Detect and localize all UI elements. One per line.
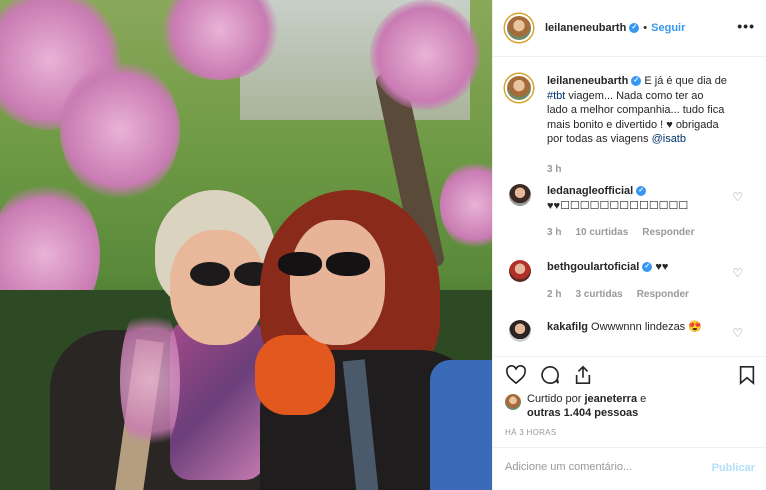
- caption-text-after: viagem... Nada como ter ao lado a melhor…: [547, 89, 725, 146]
- photo-blossom: [370, 0, 480, 110]
- verified-badge-icon: ✓: [631, 76, 642, 87]
- author-line: leilaneneubarth ✓ • Seguir: [545, 22, 685, 34]
- photo-blossom: [60, 60, 180, 200]
- caption-username[interactable]: leilaneneubarth: [547, 75, 628, 87]
- likes-prefix: Curtido por: [527, 393, 582, 405]
- share-icon[interactable]: [573, 365, 593, 391]
- comment-text: ledanagleofficial ✓ ♥♥☐☐☐☐☐☐☐☐☐☐☐☐☐: [547, 184, 727, 213]
- post-header: leilaneneubarth ✓ • Seguir •••: [493, 0, 766, 57]
- caption-mention[interactable]: @isatb: [652, 133, 686, 145]
- likes-others[interactable]: outras 1.404 pessoas: [527, 407, 638, 419]
- reply-button[interactable]: Responder: [637, 289, 689, 300]
- caption-text-before: E já é que dia de: [644, 75, 727, 87]
- author-avatar[interactable]: [505, 14, 533, 42]
- list-item: ledanagleofficial ✓ ♥♥☐☐☐☐☐☐☐☐☐☐☐☐☐ ♡ 3 h…: [505, 184, 755, 244]
- comment-avatar[interactable]: [509, 260, 531, 282]
- comment-body: ♥♥☐☐☐☐☐☐☐☐☐☐☐☐☐: [547, 199, 689, 212]
- separator-dot: •: [643, 22, 648, 34]
- comment-body: ♥♥: [655, 261, 669, 273]
- heart-icon[interactable]: ♡: [732, 190, 743, 204]
- follow-button[interactable]: Seguir: [651, 22, 685, 34]
- liker-username[interactable]: jeaneterra: [584, 393, 637, 405]
- comment-avatar[interactable]: [509, 184, 531, 206]
- comments-list: leilaneneubarth ✓ E já é que dia de #tbt …: [493, 58, 766, 358]
- list-item: kakafilg Owwwnnn lindezas 😍 ♡: [505, 320, 755, 356]
- comment-username[interactable]: ledanagleofficial: [547, 185, 633, 197]
- caption-text: leilaneneubarth ✓ E já é que dia de #tbt …: [547, 74, 727, 147]
- verified-badge-icon: ✓: [629, 23, 640, 34]
- caption-hashtag[interactable]: #tbt: [547, 90, 565, 102]
- comment-text: kakafilg Owwwnnn lindezas 😍: [547, 320, 727, 335]
- post-photo[interactable]: [0, 0, 492, 490]
- comment-text: bethgoulartoficial ✓ ♥♥: [547, 260, 727, 275]
- liker-avatar[interactable]: [505, 394, 521, 410]
- heart-icon[interactable]: ♡: [732, 266, 743, 280]
- photo-blossom: [120, 300, 180, 460]
- post-sidebar: leilaneneubarth ✓ • Seguir ••• leilaneneuba…: [492, 0, 766, 490]
- verified-badge-icon: ✓: [642, 262, 653, 273]
- caption: leilaneneubarth ✓ E já é que dia de #tbt …: [505, 74, 755, 175]
- comment-meta: 2 h 3 curtidas Responder: [547, 289, 703, 300]
- bookmark-icon[interactable]: [738, 365, 756, 391]
- comment-meta: 3 h 10 curtidas Responder: [547, 227, 709, 238]
- likes-text: Curtido por jeaneterra e outras 1.404 pe…: [527, 392, 646, 420]
- comment-icon[interactable]: [539, 365, 561, 391]
- comment-avatar[interactable]: [509, 320, 531, 342]
- caption-avatar[interactable]: [505, 74, 533, 102]
- comment-input[interactable]: [505, 461, 705, 473]
- photo-bystander: [430, 360, 492, 490]
- caption-time-label[interactable]: 3 h: [547, 164, 561, 175]
- more-options-icon[interactable]: •••: [737, 18, 755, 34]
- comment-username[interactable]: bethgoulartoficial: [547, 261, 639, 273]
- heart-icon[interactable]: ♡: [732, 326, 743, 340]
- list-item: bethgoulartoficial ✓ ♥♥ ♡ 2 h 3 curtidas Re…: [505, 260, 755, 310]
- comment-likes[interactable]: 10 curtidas: [575, 227, 628, 238]
- likes-connector: e: [640, 393, 647, 405]
- comment-time[interactable]: 3 h: [547, 227, 561, 238]
- reply-button[interactable]: Responder: [642, 227, 694, 238]
- caption-time: 3 h: [547, 164, 575, 175]
- comment-username[interactable]: kakafilg: [547, 321, 588, 333]
- add-comment-bar: Publicar: [493, 447, 766, 490]
- publish-button[interactable]: Publicar: [712, 462, 755, 474]
- comment-likes[interactable]: 3 curtidas: [575, 289, 622, 300]
- author-username[interactable]: leilaneneubarth: [545, 22, 626, 34]
- post-actions: [493, 356, 766, 394]
- post-timestamp[interactable]: HÁ 3 HORAS: [505, 428, 556, 437]
- verified-badge-icon: ✓: [636, 186, 647, 197]
- heart-icon[interactable]: [505, 365, 527, 391]
- comment-time[interactable]: 2 h: [547, 289, 561, 300]
- comment-body: Owwwnnn lindezas 😍: [591, 321, 702, 333]
